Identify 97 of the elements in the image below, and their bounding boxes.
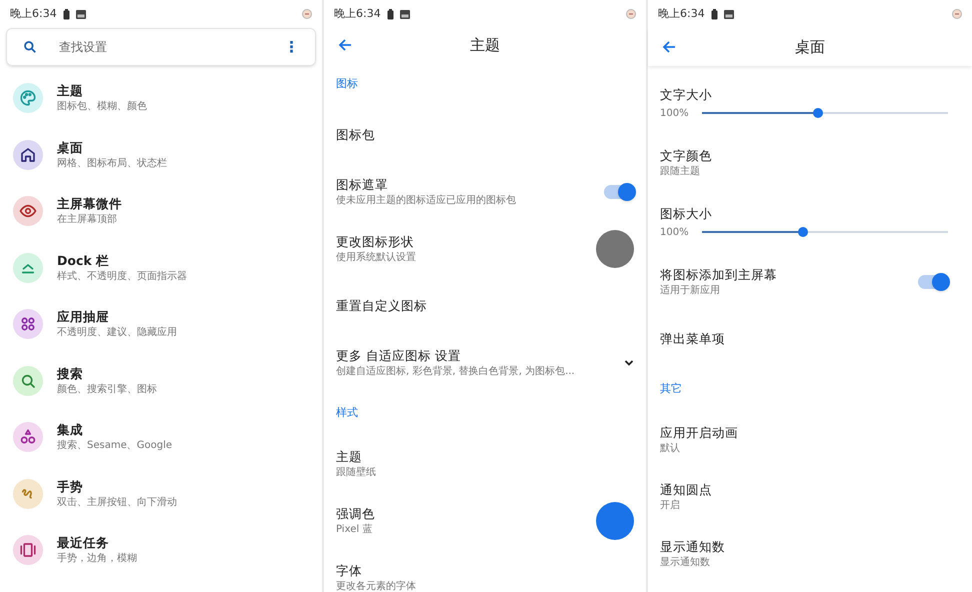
slider-thumb[interactable] [798,227,808,237]
category-title: 桌面 [57,138,84,157]
category-title: 主题 [57,82,84,100]
category-title: 最近任务 [57,534,110,552]
setting-subtitle: 跟随主题 [660,164,701,178]
settings-category[interactable]: 主题 图标包、模糊、颜色 [0,70,322,126]
settings-category[interactable]: 最近任务 手势，边角，模糊 [0,522,322,578]
setting-title: 更多 自适应图标 设置 [336,346,462,364]
setting-title: 文字颜色 [660,146,713,164]
setting-subtitle: 使未应用主题的图标适应已应用的图标包 [336,194,517,208]
setting-subtitle: 跟随壁纸 [336,466,377,480]
battery-icon [386,8,394,20]
setting-subtitle: 适用于新应用 [660,284,721,298]
search-bar[interactable]: 查找设置 ⋮ [6,28,316,66]
category-subtitle: 不透明度、建议、隐藏应用 [57,326,177,340]
toggle-switch[interactable] [918,274,948,288]
image-icon [400,10,410,18]
setting-subtitle: 默认 [660,442,681,456]
category-title: Dock 栏 [57,252,110,270]
setting-title: 字体 [336,562,363,580]
setting-row[interactable]: 将图标添加到主屏幕 适用于新应用 [648,253,960,310]
toggle-switch[interactable] [604,184,634,198]
category-subtitle: 样式、不透明度、页面指示器 [57,270,187,284]
page-title: 主题 [469,34,501,56]
setting-row[interactable]: 通知圆点 开启 [648,468,960,525]
settings-category[interactable]: Dock 栏 样式、不透明度、页面指示器 [0,240,322,296]
battery-icon [710,8,718,20]
setting-subtitle: 开启 [660,498,681,512]
status-indicator-icon [626,9,636,19]
image-icon [76,10,86,18]
setting-row[interactable]: 图标包 [324,106,646,163]
section-header: 样式 [336,404,358,421]
category-subtitle: 双击、主屏按钮、向下滑动 [57,496,177,510]
setting-title: 将图标添加到主屏幕 [660,266,778,284]
setting-subtitle: Pixel 蓝 [336,522,374,536]
setting-row[interactable]: 弹出菜单项 [648,310,960,367]
back-arrow-icon[interactable] [338,38,352,52]
page-title: 桌面 [794,36,826,58]
section-header: 其它 [660,380,682,397]
battery-icon [62,8,70,20]
setting-subtitle: 更改各元素的字体 [336,580,417,592]
setting-row[interactable]: 更多 自适应图标 设置 创建自适应图标, 彩色背景, 替换白色背景, 为图标包... [324,334,646,391]
setting-subtitle: 显示通知数 [660,556,711,570]
status-indicator-icon [302,9,312,19]
setting-title: 文字大小 [660,86,713,104]
status-time: 晚上6:34 [658,6,705,22]
search-placeholder: 查找设置 [59,39,108,56]
settings-category[interactable]: 主屏幕微件 在主屏幕顶部 [0,183,322,240]
slider-reading: 100% [660,226,690,240]
setting-title: 图标大小 [660,204,713,222]
status-indicator-icon [952,9,962,19]
setting-title: 应用开启动画 [660,424,739,442]
category-subtitle: 网格、图标布局、状态栏 [57,156,167,171]
setting-title: 强调色 [336,504,376,522]
settings-category[interactable]: 集成 搜索、Sesame、Google [0,409,322,466]
category-subtitle: 搜索、Sesame、Google [57,439,172,454]
setting-row[interactable]: 主题 跟随壁纸 [324,435,646,492]
category-title: 集成 [57,421,84,440]
category-subtitle: 图标包、模糊、颜色 [57,100,147,114]
setting-row[interactable]: 文字颜色 跟随主题 [648,134,960,191]
setting-title: 弹出菜单项 [660,330,726,348]
category-title: 主屏幕微件 [57,195,122,214]
category-title: 手势 [57,478,84,496]
search-icon [23,40,37,54]
status-time: 晚上6:34 [334,6,381,22]
settings-category[interactable]: 桌面 网格、图标布局、状态栏 [0,126,322,183]
status-time: 晚上6:34 [10,6,57,22]
setting-row[interactable]: 更改图标形状 使用系统默认设置 [324,220,646,277]
setting-row[interactable]: 重置自定义图标 [324,277,646,334]
settings-category[interactable]: 手势 双击、主屏按钮、向下滑动 [0,466,322,522]
setting-title: 重置自定义图标 [336,296,428,314]
setting-title: 主题 [336,448,363,466]
slider-reading: 100% [660,106,690,120]
setting-title: 显示通知数 [660,538,726,556]
section-header: 图标 [336,76,358,92]
category-title: 搜索 [57,364,84,383]
setting-title: 图标遮罩 [336,176,389,194]
setting-title: 图标包 [336,126,376,144]
more-menu-button[interactable]: ⋮ [284,36,299,58]
slider-thumb[interactable] [812,108,823,118]
category-subtitle: 手势，边角，模糊 [57,552,137,566]
setting-subtitle: 创建自适应图标, 彩色背景, 替换白色背景, 为图标包... [336,364,576,378]
image-icon [724,10,734,18]
settings-category[interactable]: 应用抽屉 不透明度、建议、隐藏应用 [0,296,322,352]
setting-title: 通知圆点 [660,480,713,498]
setting-title: 更改图标形状 [336,232,415,250]
setting-row[interactable]: 强调色 Pixel 蓝 [324,492,646,549]
category-subtitle: 颜色、搜索引擎、图标 [57,382,157,397]
setting-row[interactable]: 字体 更改各元素的字体 [324,549,646,592]
setting-row[interactable]: 图标遮罩 使未应用主题的图标适应已应用的图标包 [324,163,646,220]
setting-subtitle: 使用系统默认设置 [336,250,417,264]
category-subtitle: 在主屏幕顶部 [57,213,118,228]
category-title: 应用抽屉 [57,308,110,326]
setting-row[interactable]: 显示通知数 显示通知数 [648,525,960,582]
setting-row[interactable]: 应用开启动画 默认 [648,411,960,468]
settings-category[interactable]: 搜索 颜色、搜索引擎、图标 [0,352,322,409]
back-arrow-icon[interactable] [662,40,676,54]
